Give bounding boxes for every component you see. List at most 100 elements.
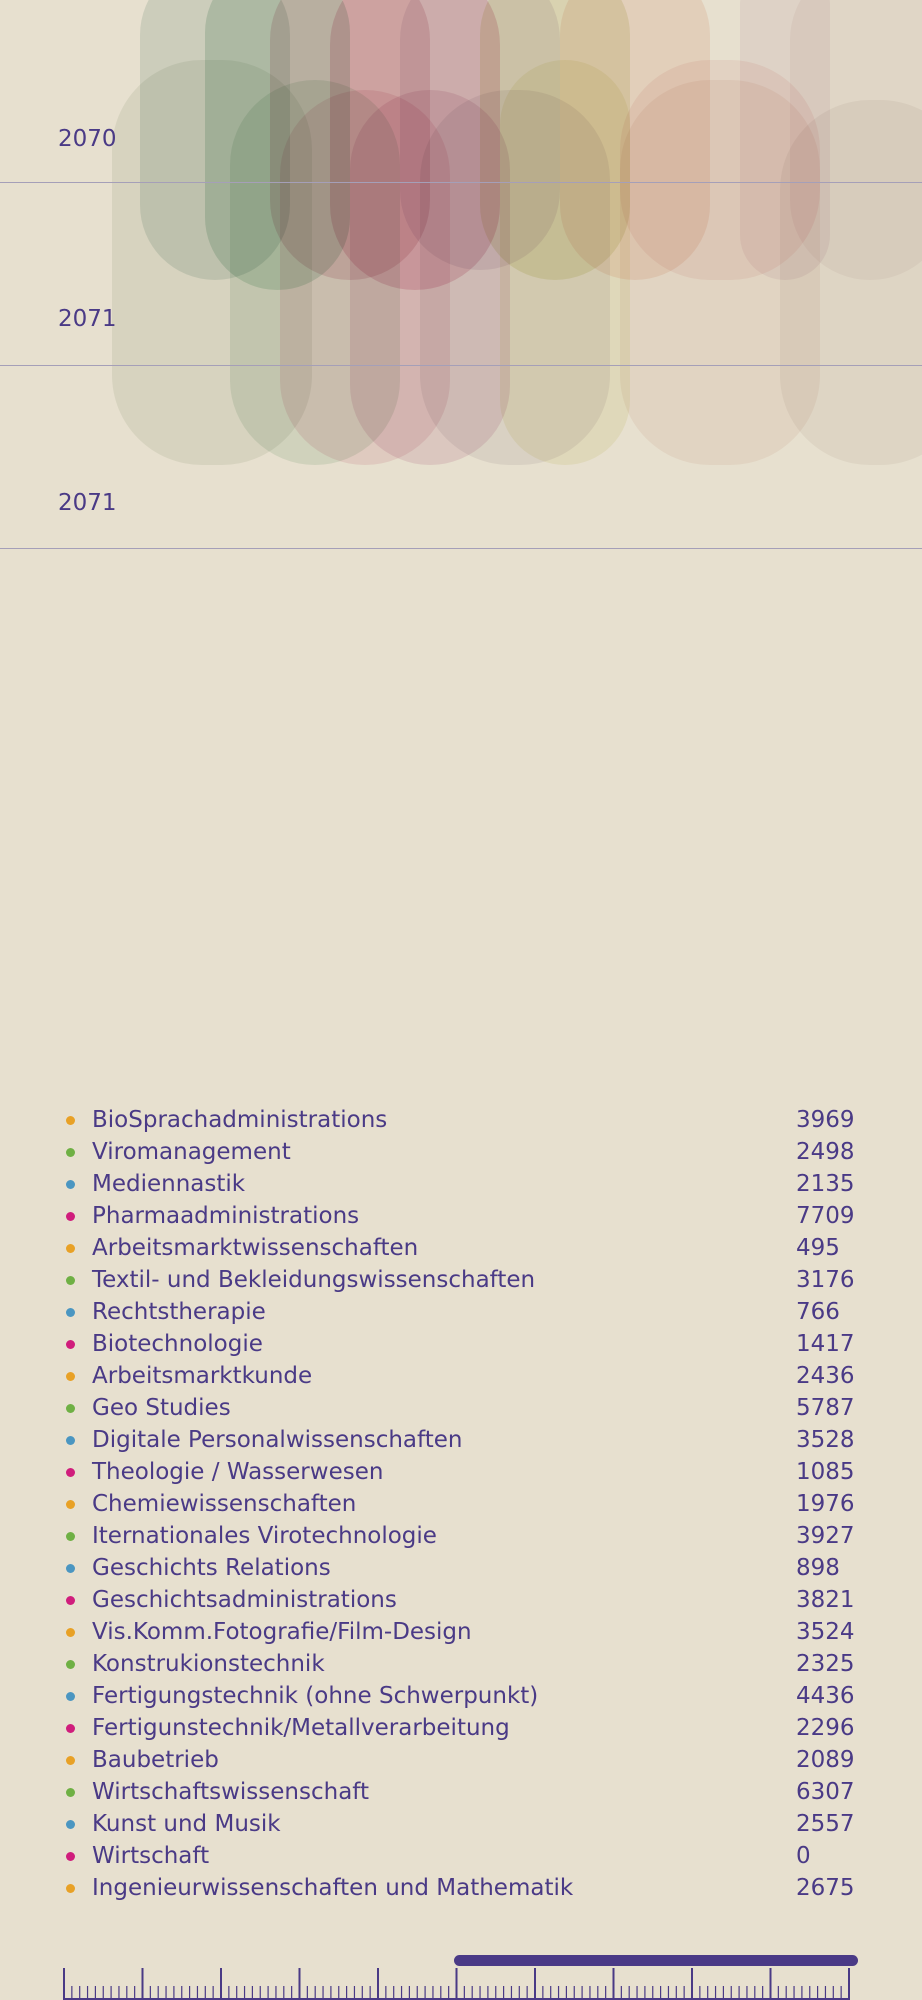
legend-value: 3927 — [796, 1523, 855, 1549]
year-label: 2071 — [58, 306, 117, 332]
legend-item: BioSprachadministrations 3969 — [0, 1104, 922, 1136]
legend-dot-icon — [66, 1212, 75, 1221]
legend-item: Geo Studies 5787 — [0, 1392, 922, 1424]
legend-label: Wirtschaft — [92, 1843, 210, 1869]
legend-item: Vis.Komm.Fotografie/Film-Design 3524 — [0, 1616, 922, 1648]
legend-value: 6307 — [796, 1779, 855, 1805]
legend-value: 3821 — [796, 1587, 855, 1613]
legend-item: Iternationales Virotechnologie 3927 — [0, 1520, 922, 1552]
legend-label: Ingenieurwissenschaften und Mathematik — [92, 1875, 574, 1901]
legend-value: 1417 — [796, 1331, 855, 1357]
legend-dot-icon — [66, 1788, 75, 1797]
legend-label: Kunst und Musik — [92, 1811, 281, 1837]
legend-value: 2498 — [796, 1139, 855, 1165]
legend-value: 4436 — [796, 1683, 855, 1709]
legend-value: 1976 — [796, 1491, 855, 1517]
legend-label: Mediennastik — [92, 1171, 246, 1197]
year-row: 2071 — [0, 366, 922, 549]
legend-label: Vis.Komm.Fotografie/Film-Design — [92, 1619, 472, 1645]
legend-item: Textil- und Bekleidungswissenschaften 317… — [0, 1264, 922, 1296]
legend-value: 1085 — [796, 1459, 855, 1485]
legend-dot-icon — [66, 1436, 75, 1445]
legend-label: Theologie / Wasserwesen — [92, 1459, 384, 1485]
legend-item: Kunst und Musik 2557 — [0, 1808, 922, 1840]
legend-dot-icon — [66, 1532, 75, 1541]
legend-label: Iternationales Virotechnologie — [92, 1523, 437, 1549]
legend-item: Fertigunstechnik/Metallverarbeitung 2296 — [0, 1712, 922, 1744]
legend-dot-icon — [66, 1148, 75, 1157]
legend-item: Arbeitsmarktkunde 2436 — [0, 1360, 922, 1392]
legend-item: Rechtstherapie 766 — [0, 1296, 922, 1328]
legend-item: Ingenieurwissenschaften und Mathematik 26… — [0, 1872, 922, 1904]
year-row: 2070 — [0, 0, 922, 183]
legend-label: Geschichtsadministrations — [92, 1587, 397, 1613]
legend-value: 5787 — [796, 1395, 855, 1421]
legend-dot-icon — [66, 1244, 75, 1253]
legend-label: Biotechnologie — [92, 1331, 263, 1357]
legend-item: Konstrukionstechnik 2325 — [0, 1648, 922, 1680]
legend-dot-icon — [66, 1372, 75, 1381]
timeline-scroll-thumb[interactable] — [454, 1955, 858, 1966]
legend-label: Geschichts Relations — [92, 1555, 331, 1581]
legend-label: Fertigungstechnik (ohne Schwerpunkt) — [92, 1683, 539, 1709]
legend-label: Textil- und Bekleidungswissenschaften — [92, 1267, 536, 1293]
legend-dot-icon — [66, 1628, 75, 1637]
legend-item: Geschichts Relations 898 — [0, 1552, 922, 1584]
legend-value: 2325 — [796, 1651, 855, 1677]
legend-value: 2436 — [796, 1363, 855, 1389]
legend-value: 0 — [796, 1843, 811, 1869]
legend-dot-icon — [66, 1564, 75, 1573]
legend-item: Mediennastik 2135 — [0, 1168, 922, 1200]
legend-label: Baubetrieb — [92, 1747, 219, 1773]
timeline-ruler — [63, 1968, 850, 2000]
legend-label: Viromanagement — [92, 1139, 291, 1165]
legend-dot-icon — [66, 1276, 75, 1285]
legend-dot-icon — [66, 1500, 75, 1509]
legend-label: BioSprachadministrations — [92, 1107, 388, 1133]
legend-label: Konstrukionstechnik — [92, 1651, 325, 1677]
legend-value: 495 — [796, 1235, 840, 1261]
legend-label: Digitale Personalwissenschaften — [92, 1427, 463, 1453]
legend-item: Biotechnologie 1417 — [0, 1328, 922, 1360]
legend-value: 2296 — [796, 1715, 855, 1741]
legend-value: 3969 — [796, 1107, 855, 1133]
legend-dot-icon — [66, 1308, 75, 1317]
legend-item: Viromanagement 2498 — [0, 1136, 922, 1168]
legend-label: Chemiewissenschaften — [92, 1491, 357, 1517]
year-row: 2071 — [0, 183, 922, 366]
legend-value: 2557 — [796, 1811, 855, 1837]
legend-item: Pharmaadministrations 7709 — [0, 1200, 922, 1232]
legend-dot-icon — [66, 1692, 75, 1701]
legend-item: Chemiewissenschaften 1976 — [0, 1488, 922, 1520]
legend-dot-icon — [66, 1468, 75, 1477]
legend-dot-icon — [66, 1884, 75, 1893]
legend-value: 2135 — [796, 1171, 855, 1197]
year-label: 2071 — [58, 490, 117, 516]
legend-dot-icon — [66, 1596, 75, 1605]
legend-label: Arbeitsmarktwissenschaften — [92, 1235, 419, 1261]
legend-dot-icon — [66, 1404, 75, 1413]
legend-dot-icon — [66, 1820, 75, 1829]
legend-dot-icon — [66, 1724, 75, 1733]
year-label: 2070 — [58, 126, 117, 152]
legend-item: Baubetrieb 2089 — [0, 1744, 922, 1776]
legend-label: Fertigunstechnik/Metallverarbeitung — [92, 1715, 510, 1741]
stream-visualization: 2070 2071 2071 — [0, 0, 922, 560]
legend-item: Geschichtsadministrations 3821 — [0, 1584, 922, 1616]
legend-dot-icon — [66, 1180, 75, 1189]
legend-value: 898 — [796, 1555, 840, 1581]
legend-dot-icon — [66, 1756, 75, 1765]
legend-value: 2089 — [796, 1747, 855, 1773]
legend-item: Fertigungstechnik (ohne Schwerpunkt) 4436 — [0, 1680, 922, 1712]
legend-item: Arbeitsmarktwissenschaften 495 — [0, 1232, 922, 1264]
legend-value: 2675 — [796, 1875, 855, 1901]
legend-dot-icon — [66, 1116, 75, 1125]
legend-item: Digitale Personalwissenschaften 3528 — [0, 1424, 922, 1456]
legend-dot-icon — [66, 1340, 75, 1349]
legend-item: Wirtschaftswissenschaft 6307 — [0, 1776, 922, 1808]
legend-value: 7709 — [796, 1203, 855, 1229]
legend-label: Arbeitsmarktkunde — [92, 1363, 313, 1389]
legend-value: 766 — [796, 1299, 840, 1325]
legend-item: Wirtschaft 0 — [0, 1840, 922, 1872]
legend-dot-icon — [66, 1852, 75, 1861]
